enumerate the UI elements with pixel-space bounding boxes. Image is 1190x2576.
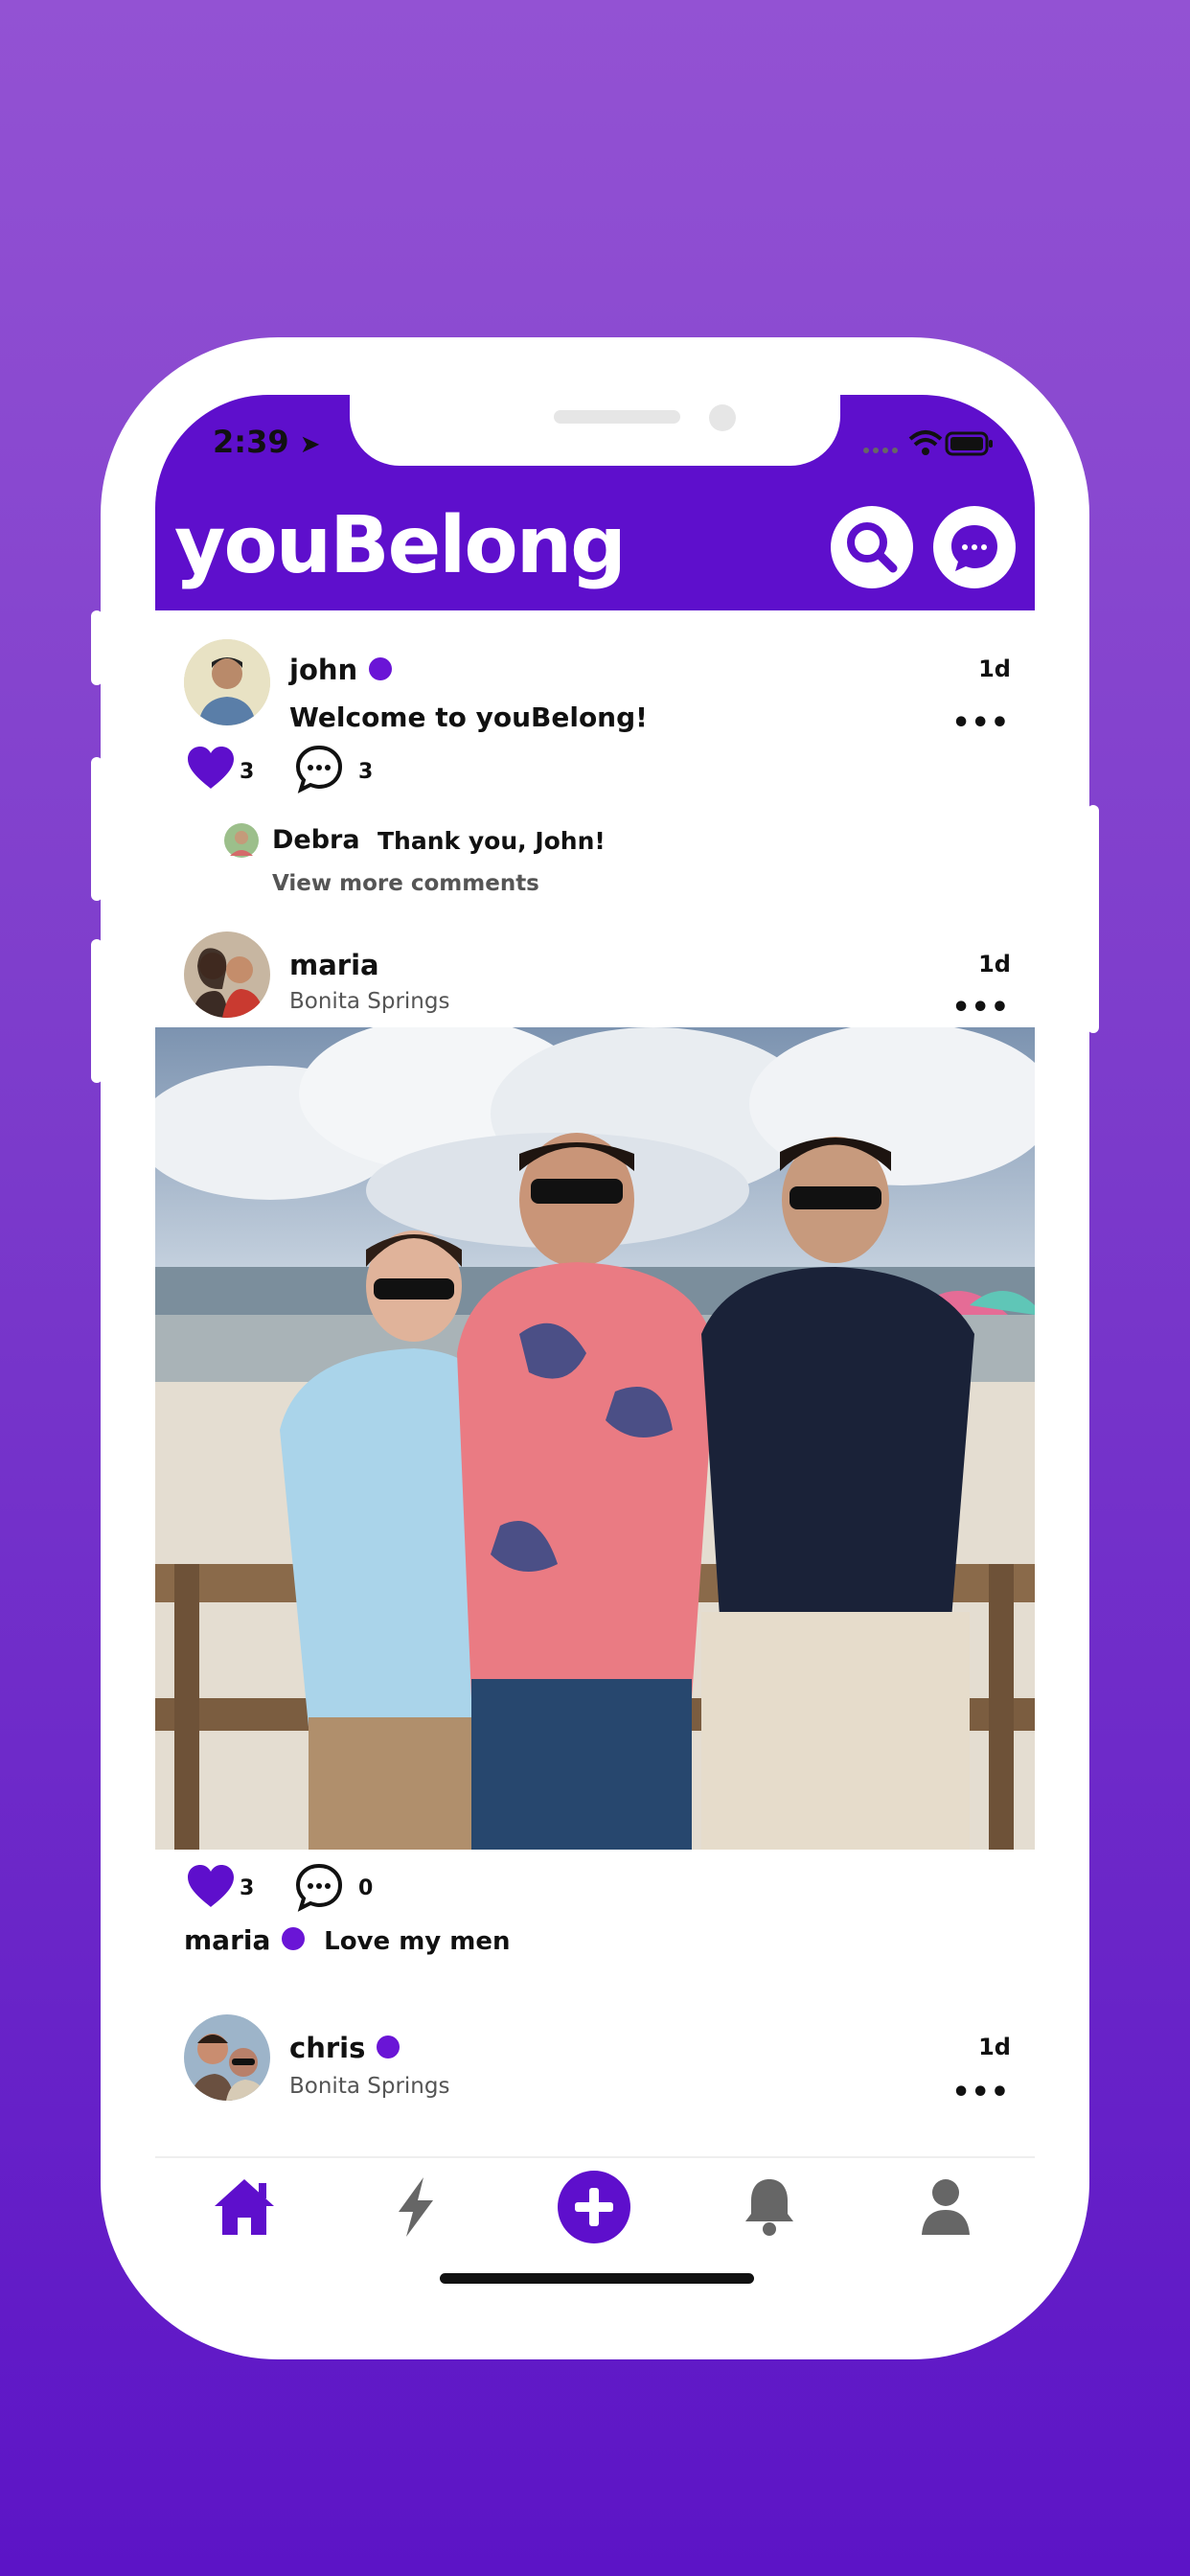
app-title: youBelong xyxy=(174,500,627,591)
avatar[interactable] xyxy=(184,932,270,1018)
post-location: Bonita Springs xyxy=(289,2074,450,2099)
caption-author[interactable]: maria xyxy=(184,1924,270,1956)
post-photo[interactable] xyxy=(155,1027,1035,1850)
caption: maria Love my men xyxy=(184,1924,511,1956)
search-button[interactable] xyxy=(831,506,913,588)
beach-group-photo xyxy=(155,1027,1035,1850)
speaker xyxy=(554,410,680,424)
messages-button[interactable] xyxy=(933,506,1016,588)
post-maria-footer: 3 0 maria Love my men xyxy=(155,1861,1035,1976)
more-options-button[interactable]: ••• xyxy=(951,706,1010,740)
chris-avatar-photo xyxy=(184,2014,270,2101)
top-bar: 2:39 ➤ youBelong xyxy=(155,395,1035,610)
status-time: 2:39 ➤ xyxy=(213,424,321,460)
more-options-button[interactable]: ••• xyxy=(951,2076,1010,2109)
more-options-button[interactable]: ••• xyxy=(951,991,1010,1024)
heart-icon[interactable] xyxy=(184,745,238,793)
comment-text: Thank you, John! xyxy=(378,827,606,855)
notch xyxy=(350,395,840,466)
signal-wifi-battery-icon xyxy=(863,430,993,456)
post-maria-header: maria Bonita Springs 1d ••• xyxy=(155,922,1035,1027)
search-icon xyxy=(847,522,898,573)
home-icon[interactable] xyxy=(211,2174,278,2241)
john-avatar-photo xyxy=(184,639,270,725)
profile-icon[interactable] xyxy=(912,2174,979,2241)
comment-icon[interactable] xyxy=(293,1861,345,1913)
bell-icon[interactable] xyxy=(736,2174,803,2241)
comment-count: 0 xyxy=(358,1876,374,1900)
post-chris-header: chris Bonita Springs 1d ••• xyxy=(155,2005,1035,2149)
post-john: john 1d Welcome to youBelong! ••• 3 3 De… xyxy=(155,630,1035,917)
volume-down-button xyxy=(91,939,103,1083)
post-age: 1d xyxy=(978,2034,1011,2060)
post-age: 1d xyxy=(978,656,1011,682)
post-author[interactable]: john xyxy=(289,654,393,686)
comment-preview: Debra Thank you, John! xyxy=(224,821,991,863)
bolt-icon[interactable] xyxy=(381,2174,448,2241)
avatar[interactable] xyxy=(184,639,270,725)
heart-icon[interactable] xyxy=(184,1863,238,1911)
post-age: 1d xyxy=(978,951,1011,978)
post-text: Welcome to youBelong! xyxy=(289,702,648,733)
post-location: Bonita Springs xyxy=(289,989,450,1014)
post-author[interactable]: chris xyxy=(289,2032,400,2064)
verified-badge-icon xyxy=(369,657,393,680)
like-count: 3 xyxy=(240,1876,255,1900)
front-camera xyxy=(709,404,736,431)
debra-avatar-photo[interactable] xyxy=(224,823,259,858)
create-post-button[interactable] xyxy=(558,2171,630,2243)
side-button xyxy=(1087,805,1099,1033)
mute-switch xyxy=(91,610,103,685)
maria-avatar-photo xyxy=(184,932,270,1018)
avatar[interactable] xyxy=(184,2014,270,2101)
comment-author[interactable]: Debra xyxy=(272,825,360,855)
location-arrow-icon: ➤ xyxy=(299,430,321,459)
volume-up-button xyxy=(91,757,103,901)
verified-badge-icon xyxy=(377,2036,400,2058)
chat-bubble-icon xyxy=(951,525,997,571)
view-more-comments-link[interactable]: View more comments xyxy=(272,871,539,896)
like-count: 3 xyxy=(240,760,255,784)
comment-icon[interactable] xyxy=(293,743,345,794)
verified-badge-icon xyxy=(282,1927,306,1950)
home-indicator[interactable] xyxy=(440,2273,754,2284)
status-icons xyxy=(860,427,995,464)
add-icon xyxy=(575,2188,613,2226)
comment-count: 3 xyxy=(358,760,374,784)
caption-text: Love my men xyxy=(324,1927,511,1956)
app-screen: 2:39 ➤ youBelong john 1d Welcome to youB… xyxy=(155,395,1035,2302)
post-author[interactable]: maria xyxy=(289,949,379,981)
phone-frame: 2:39 ➤ youBelong john 1d Welcome to youB… xyxy=(91,337,1099,2359)
